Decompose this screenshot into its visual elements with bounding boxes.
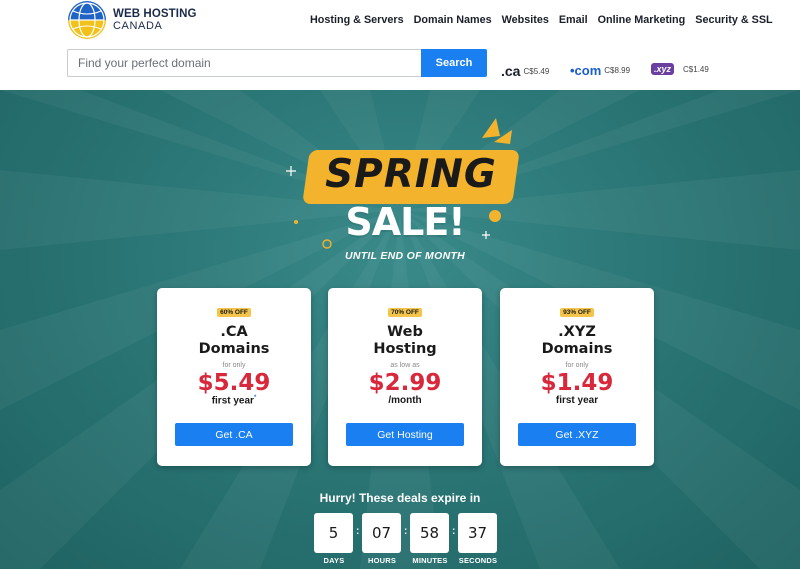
tld-xyz-price: C$1.49 xyxy=(683,64,709,74)
get-hosting-button[interactable]: Get Hosting xyxy=(346,423,464,446)
tld-ca-price: C$5.49 xyxy=(523,66,550,76)
sale-subline: UNTIL END OF MONTH xyxy=(344,250,466,262)
discount-badge: 60% OFF xyxy=(217,308,251,317)
countdown-minutes: 58 xyxy=(410,513,449,553)
offer-title: .CA Domains xyxy=(198,324,270,357)
tld-com-label: •com xyxy=(570,63,602,78)
offer-title: Web Hosting xyxy=(373,324,437,357)
nav-hosting-servers[interactable]: Hosting & Servers xyxy=(310,14,404,26)
domain-search-input[interactable] xyxy=(67,49,421,77)
sale-headline-2: SALE! xyxy=(345,200,465,244)
search-button[interactable]: Search xyxy=(421,49,487,77)
countdown-separator: : xyxy=(404,526,408,537)
brand-name: WEB HOSTING xyxy=(113,8,197,20)
discount-badge: 93% OFF xyxy=(560,308,594,317)
globe-icon xyxy=(68,1,106,39)
brand-logo[interactable]: WEB HOSTING CANADA xyxy=(68,0,197,40)
footnote-mark: * xyxy=(253,395,257,401)
sale-headline: SPRING xyxy=(325,152,497,197)
discount-badge: 70% OFF xyxy=(388,308,422,317)
offer-price-prefix: for only xyxy=(222,362,246,369)
offer-price: $1.49 xyxy=(540,370,614,396)
countdown-seconds: 37 xyxy=(458,513,497,553)
offer-price-prefix: for only xyxy=(565,362,589,369)
nav-domain-names[interactable]: Domain Names xyxy=(414,14,492,26)
brand-country: CANADA xyxy=(113,20,163,32)
offer-price: $2.99 xyxy=(368,370,442,396)
offer-period: first year xyxy=(555,395,599,406)
countdown-separator: : xyxy=(452,526,456,537)
countdown-hours: 07 xyxy=(362,513,401,553)
spring-sale-hero: SPRING SALE! UNTIL END OF MONTH 60% OFF … xyxy=(0,90,800,569)
get-ca-button[interactable]: Get .CA xyxy=(175,423,293,446)
offer-card-xyz: 93% OFF .XYZ Domains for only $1.49 firs… xyxy=(500,288,654,466)
countdown-days: 5 xyxy=(314,513,353,553)
offer-card-hosting: 70% OFF Web Hosting as low as $2.99 /mon… xyxy=(328,288,482,466)
main-nav: Hosting & Servers Domain Names Websites … xyxy=(310,14,783,26)
countdown-seconds-label: SECONDS xyxy=(458,556,498,565)
domain-search: Search xyxy=(67,49,487,77)
tld-xyz-label: .xyz xyxy=(651,63,675,75)
tld-com-price: C$8.99 xyxy=(604,66,631,75)
nav-websites[interactable]: Websites xyxy=(502,14,549,26)
nav-email[interactable]: Email xyxy=(559,14,588,26)
nav-online-marketing[interactable]: Online Marketing xyxy=(598,14,686,26)
site-header: WEB HOSTING CANADA Hosting & Servers Dom… xyxy=(0,0,800,90)
tld-price-xyz: .xyz C$1.49 xyxy=(651,63,709,75)
offer-title: .XYZ Domains xyxy=(541,324,613,357)
countdown-separator: : xyxy=(356,526,360,537)
offer-period: first year* xyxy=(211,395,257,407)
tld-price-ca: .ca C$5.49 xyxy=(501,63,549,79)
offer-period: /month xyxy=(388,395,422,406)
offer-card-ca: 60% OFF .CA Domains for only $5.49 first… xyxy=(157,288,311,466)
tld-ca-label: .ca xyxy=(501,63,521,79)
get-xyz-button[interactable]: Get .XYZ xyxy=(518,423,636,446)
nav-security-ssl[interactable]: Security & SSL xyxy=(695,14,772,26)
tld-price-com: •com C$8.99 xyxy=(570,63,630,78)
offer-price-prefix: as low as xyxy=(390,362,420,369)
offer-price: $5.49 xyxy=(197,370,271,396)
countdown-heading: Hurry! These deals expire in xyxy=(319,491,481,505)
